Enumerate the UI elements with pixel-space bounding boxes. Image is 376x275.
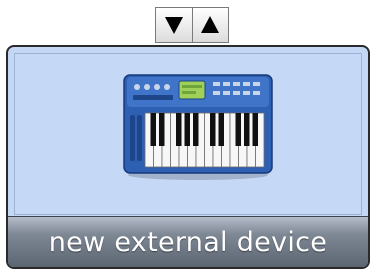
device-stepper[interactable] — [155, 7, 229, 43]
device-name-label: new external device — [48, 226, 328, 258]
device-name-bar[interactable]: new external device — [8, 216, 368, 267]
triangle-down-icon — [164, 17, 183, 34]
device-icon-area[interactable] — [14, 53, 362, 215]
midi-keyboard-icon — [123, 74, 273, 180]
next-device-button[interactable] — [191, 8, 228, 42]
triangle-up-icon — [201, 16, 220, 33]
external-device-card[interactable]: new external device — [6, 45, 370, 269]
previous-device-button[interactable] — [156, 8, 192, 42]
